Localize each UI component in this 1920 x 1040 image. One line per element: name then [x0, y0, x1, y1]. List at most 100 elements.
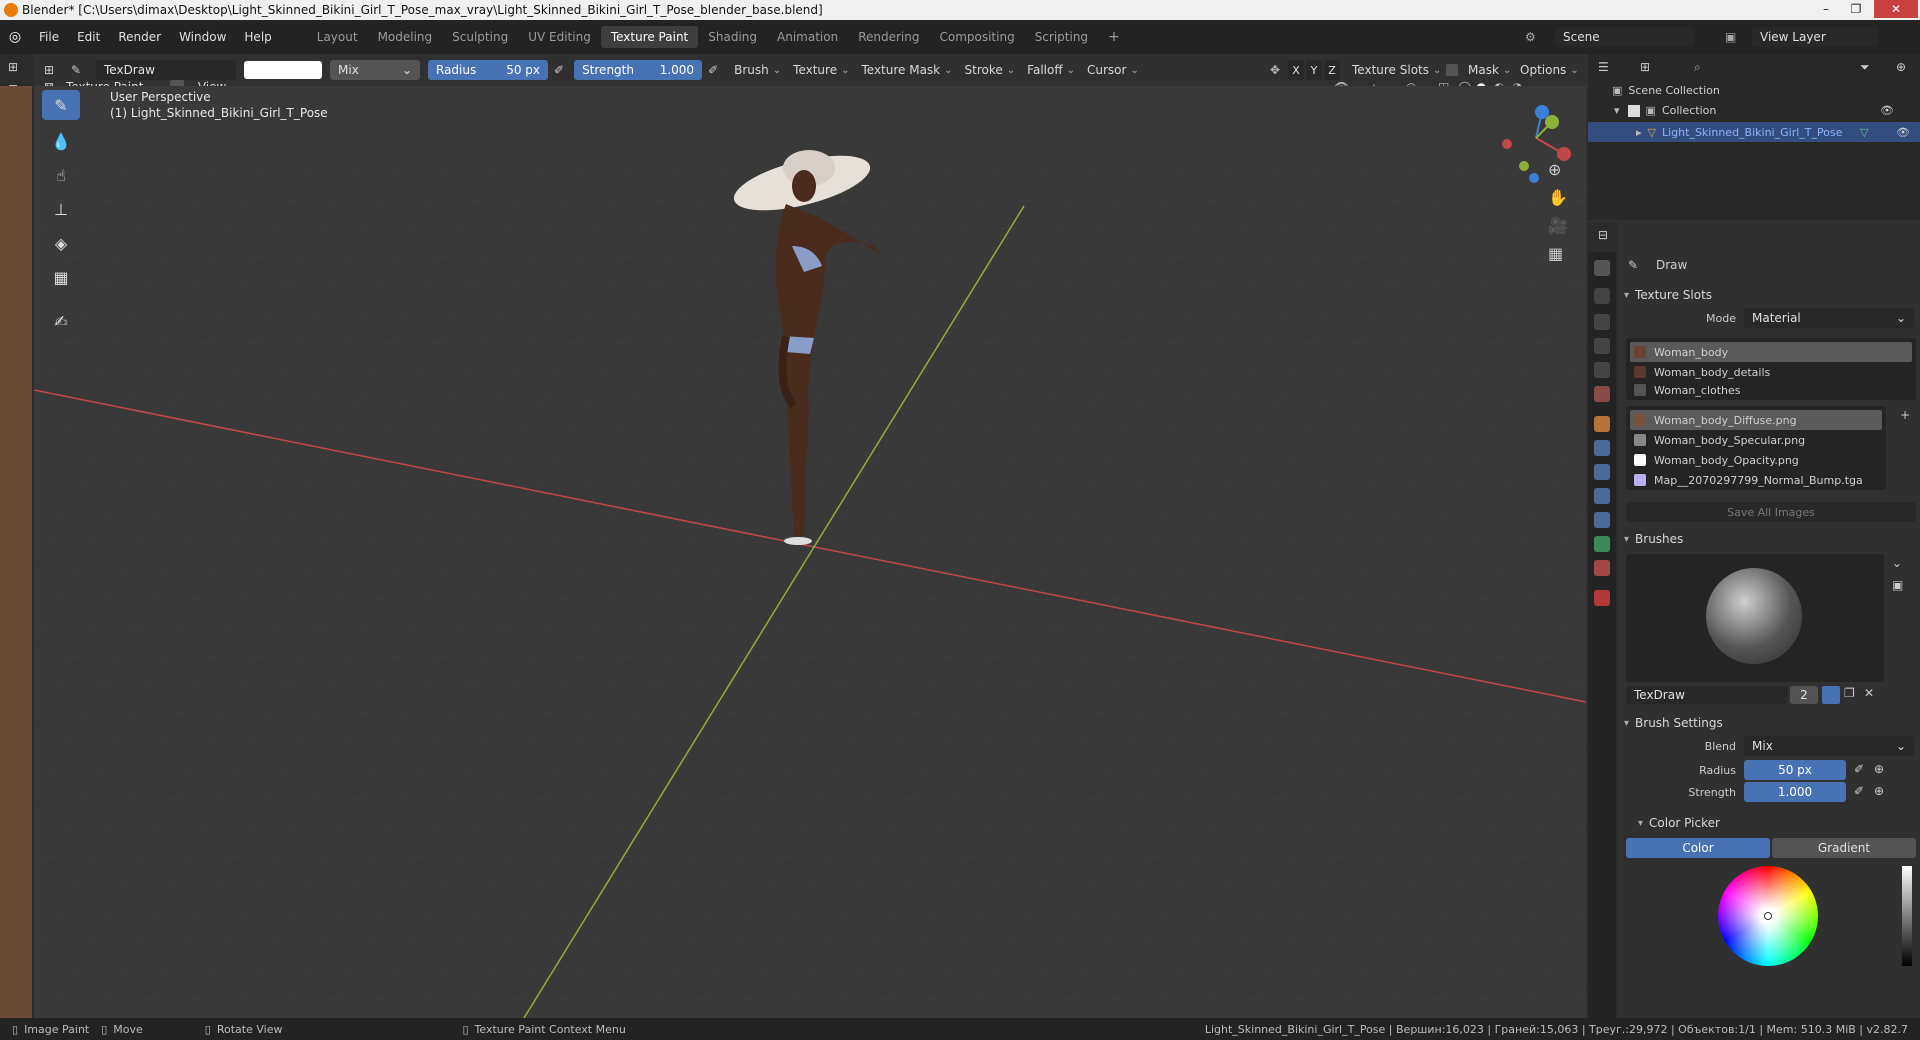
mode-dropdown[interactable]: Material ⌄ [1744, 308, 1914, 328]
scene-tab-icon[interactable] [1594, 362, 1610, 378]
physics-tab-icon[interactable] [1594, 488, 1610, 504]
properties-editor-icon[interactable]: ⊟ [1598, 228, 1608, 242]
3d-viewport[interactable]: User Perspective (1) Light_Skinned_Bikin… [34, 86, 1586, 1018]
data-tab-icon[interactable] [1594, 536, 1610, 552]
world-tab-icon[interactable] [1594, 386, 1610, 402]
strength-field[interactable]: 1.000 [1744, 782, 1846, 802]
color-tab[interactable]: Color [1626, 838, 1770, 858]
image-slot-item[interactable]: Woman_body_Diffuse.png [1630, 410, 1882, 430]
outliner-editor-icon[interactable]: ☰ [1598, 60, 1609, 74]
tab-uv-editing[interactable]: UV Editing [518, 26, 601, 48]
outliner-collection[interactable]: ▾ ▣ Collection 👁 [1614, 104, 1894, 117]
draw-tool[interactable]: ✎ [42, 90, 80, 120]
material-slot-item[interactable]: Woman_body_details [1630, 362, 1912, 382]
image-slot-item[interactable]: Map__2070297799_Normal_Bump.tga [1630, 470, 1882, 490]
gradient-tab[interactable]: Gradient [1772, 838, 1916, 858]
editor-type-icon[interactable]: ⊞ [34, 63, 64, 77]
new-collection-icon[interactable]: ⊕ [1896, 60, 1906, 74]
annotate-tool[interactable]: ✍ [42, 306, 80, 336]
brush-menu-icon[interactable]: ⌄ [1892, 556, 1902, 570]
collection-checkbox[interactable] [1627, 104, 1640, 117]
menu-file[interactable]: File [30, 30, 68, 44]
color-picker-panel-header[interactable]: Color Picker [1638, 812, 1720, 834]
view-layer-tab-icon[interactable] [1594, 338, 1610, 354]
visibility-eye-icon[interactable]: 👁 [1896, 126, 1910, 139]
image-slot-item[interactable]: Woman_body_Specular.png [1630, 430, 1882, 450]
menu-help[interactable]: Help [235, 30, 280, 44]
tab-modeling[interactable]: Modeling [368, 26, 443, 48]
expand-icon[interactable]: ▾ [1614, 104, 1620, 117]
minimize-button[interactable]: – [1812, 0, 1840, 18]
mask-checkbox[interactable] [1446, 64, 1458, 76]
tab-animation[interactable]: Animation [767, 26, 848, 48]
filter-icon[interactable]: ⏷ [1860, 60, 1870, 75]
tab-sculpting[interactable]: Sculpting [442, 26, 518, 48]
texture-slots-panel-header[interactable]: Texture Slots [1624, 284, 1712, 306]
material-slot-item[interactable]: Woman_body [1630, 342, 1912, 362]
radius-pressure-icon[interactable]: ✐ [1854, 762, 1864, 776]
blend-dropdown[interactable]: Mix ⌄ [1744, 736, 1914, 756]
tab-rendering[interactable]: Rendering [848, 26, 929, 48]
constraints-tab-icon[interactable] [1594, 512, 1610, 528]
outliner-scene-collection[interactable]: ▣ Scene Collection [1612, 84, 1720, 97]
save-all-images-button[interactable]: Save All Images [1626, 502, 1916, 522]
brush-settings-panel-header[interactable]: Brush Settings [1624, 712, 1723, 734]
value-slider[interactable] [1902, 866, 1912, 966]
shelf-editor-icon[interactable]: ⊞ [8, 60, 18, 74]
view-layer-field[interactable]: View Layer [1752, 27, 1878, 47]
tab-texture-paint[interactable]: Texture Paint [600, 26, 699, 48]
add-image-icon[interactable]: + [1900, 408, 1910, 422]
brush-image-icon[interactable]: ▣ [1892, 578, 1903, 592]
object-tab-icon[interactable] [1594, 416, 1610, 432]
radius-field[interactable]: 50 px [1744, 760, 1846, 780]
pan-hand-icon[interactable]: ✋ [1548, 188, 1568, 207]
texture-tab-icon[interactable] [1594, 590, 1610, 606]
blender-menu-icon[interactable]: ◎ [0, 29, 30, 45]
particles-tab-icon[interactable] [1594, 464, 1610, 480]
output-tab-icon[interactable] [1594, 314, 1610, 330]
tab-layout[interactable]: Layout [307, 26, 368, 48]
clone-tool[interactable]: ⊥ [42, 194, 80, 224]
radius-unit-icon[interactable]: ⊕ [1874, 762, 1884, 776]
image-slot-item[interactable]: Woman_body_Opacity.png [1630, 450, 1882, 470]
zoom-icon[interactable]: ⊕ [1548, 160, 1561, 179]
radius-pressure-icon[interactable]: ✐ [554, 63, 564, 77]
mask-tool[interactable]: ▦ [42, 262, 80, 292]
strength-unit-icon[interactable]: ⊕ [1874, 784, 1884, 798]
tab-scripting[interactable]: Scripting [1025, 26, 1098, 48]
tab-compositing[interactable]: Compositing [929, 26, 1024, 48]
brushes-panel-header[interactable]: Brushes [1624, 528, 1683, 550]
display-mode-icon[interactable]: ⊞ [1640, 60, 1650, 74]
material-slot-item[interactable]: Woman_clothes [1630, 380, 1912, 400]
menu-edit[interactable]: Edit [68, 30, 109, 44]
modifier-tab-icon[interactable] [1594, 440, 1610, 456]
smear-tool[interactable]: ☝ [42, 160, 80, 190]
soften-tool[interactable]: 💧 [42, 126, 80, 156]
strength-pressure-icon[interactable]: ✐ [1854, 784, 1864, 798]
outliner-search-input[interactable]: ⌕ [1686, 58, 1796, 76]
maximize-button[interactable]: ❐ [1842, 0, 1870, 18]
tab-shading[interactable]: Shading [698, 26, 767, 48]
expand-icon[interactable]: ▸ [1636, 126, 1642, 139]
render-tab-icon[interactable] [1594, 288, 1610, 304]
menu-render[interactable]: Render [109, 30, 170, 44]
duplicate-brush-icon[interactable]: ❐ [1844, 686, 1855, 700]
outliner-object-row[interactable]: ▸ ▽ Light_Skinned_Bikini_Girl_T_Pose ▽ 👁 [1588, 122, 1920, 142]
visibility-eye-icon[interactable]: 👁 [1880, 104, 1894, 117]
color-wheel-cursor[interactable] [1764, 912, 1772, 920]
unlink-brush-icon[interactable]: ✕ [1864, 686, 1874, 700]
fake-user-shield-icon[interactable] [1822, 686, 1840, 704]
close-button[interactable]: ✕ [1874, 0, 1918, 18]
brush-name-field[interactable]: TexDraw [1626, 686, 1788, 704]
color-wheel[interactable] [1718, 866, 1818, 966]
tool-tab-icon[interactable] [1594, 260, 1610, 276]
scene-field[interactable]: Scene [1555, 27, 1695, 47]
brush-preview-box[interactable] [1626, 554, 1884, 682]
material-tab-icon[interactable] [1594, 560, 1610, 576]
camera-view-icon[interactable]: 🎥 [1548, 216, 1568, 235]
fill-tool[interactable]: ◈ [42, 228, 80, 258]
menu-window[interactable]: Window [170, 30, 235, 44]
ortho-toggle-icon[interactable]: ▦ [1548, 244, 1563, 263]
add-workspace-icon[interactable]: + [1098, 25, 1130, 49]
strength-pressure-icon[interactable]: ✐ [708, 63, 718, 77]
